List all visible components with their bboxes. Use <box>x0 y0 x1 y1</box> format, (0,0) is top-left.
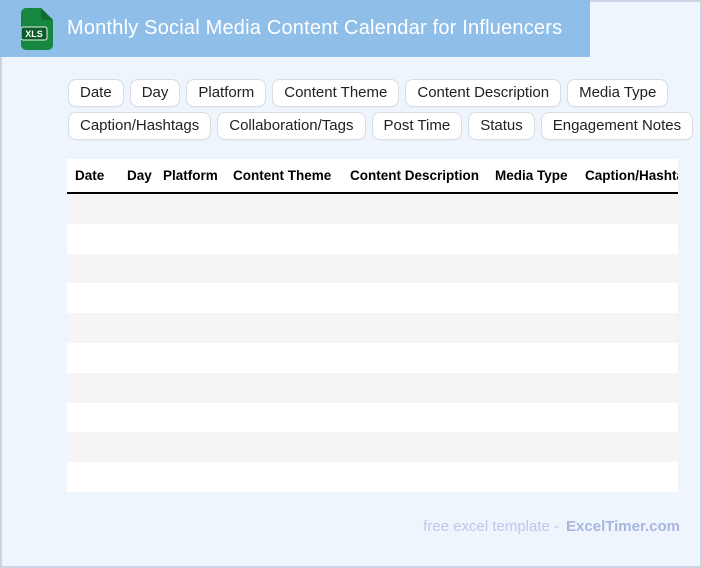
table-row <box>67 313 678 343</box>
column-chip[interactable]: Content Description <box>405 79 562 107</box>
table-body <box>67 194 678 492</box>
column-header: Platform <box>163 168 218 183</box>
table-row <box>67 432 678 463</box>
column-chip[interactable]: Status <box>468 112 535 140</box>
column-header: Date <box>75 168 105 183</box>
chip-row-1: Date Day Platform Content Theme Content Desc… <box>68 79 688 107</box>
table-row <box>67 402 678 433</box>
table-row <box>67 372 678 403</box>
column-chip[interactable]: Caption/Hashtags <box>68 112 212 140</box>
column-chip[interactable]: Day <box>129 79 181 107</box>
page: XLS Monthly Social Media Content Calenda… <box>0 0 702 568</box>
footer-text: free excel template - <box>423 518 560 535</box>
table-row <box>67 223 678 254</box>
footer-brand-link[interactable]: ExcelTimer.com <box>566 518 680 535</box>
table-row <box>67 462 678 492</box>
column-chip[interactable]: Platform <box>186 79 267 107</box>
column-chip[interactable]: Media Type <box>567 79 669 107</box>
table-row <box>67 194 678 224</box>
spreadsheet-preview: Date Day Platform Content Theme Content Desc… <box>67 159 678 492</box>
column-header: Caption/Hashtags <box>585 168 678 183</box>
chip-row-2: Caption/Hashtags Collaboration/Tags Post T… <box>68 112 694 140</box>
table-header-row: Date Day Platform Content Theme Content Desc… <box>67 159 678 194</box>
column-chip[interactable]: Engagement Notes <box>540 112 694 140</box>
table-row <box>67 283 678 314</box>
column-header: Content Description <box>350 168 480 183</box>
column-chip-list: Date Day Platform Content Theme Content Desc… <box>68 79 694 145</box>
column-chip[interactable]: Content Theme <box>272 79 400 107</box>
title-bar: XLS Monthly Social Media Content Calenda… <box>0 0 590 57</box>
xls-file-icon: XLS <box>21 7 53 50</box>
footer-credit: free excel template - ExcelTimer.com <box>423 518 680 535</box>
table-row <box>67 253 678 284</box>
column-header: Media Type <box>495 168 568 183</box>
column-header: Day <box>127 168 152 183</box>
column-header: Content Theme <box>233 168 332 183</box>
xls-badge-label: XLS <box>25 29 43 39</box>
table-row <box>67 342 678 373</box>
column-chip[interactable]: Collaboration/Tags <box>217 112 366 140</box>
column-chip[interactable]: Post Time <box>371 112 463 140</box>
column-chip[interactable]: Date <box>68 79 124 107</box>
page-title: Monthly Social Media Content Calendar fo… <box>67 17 563 39</box>
